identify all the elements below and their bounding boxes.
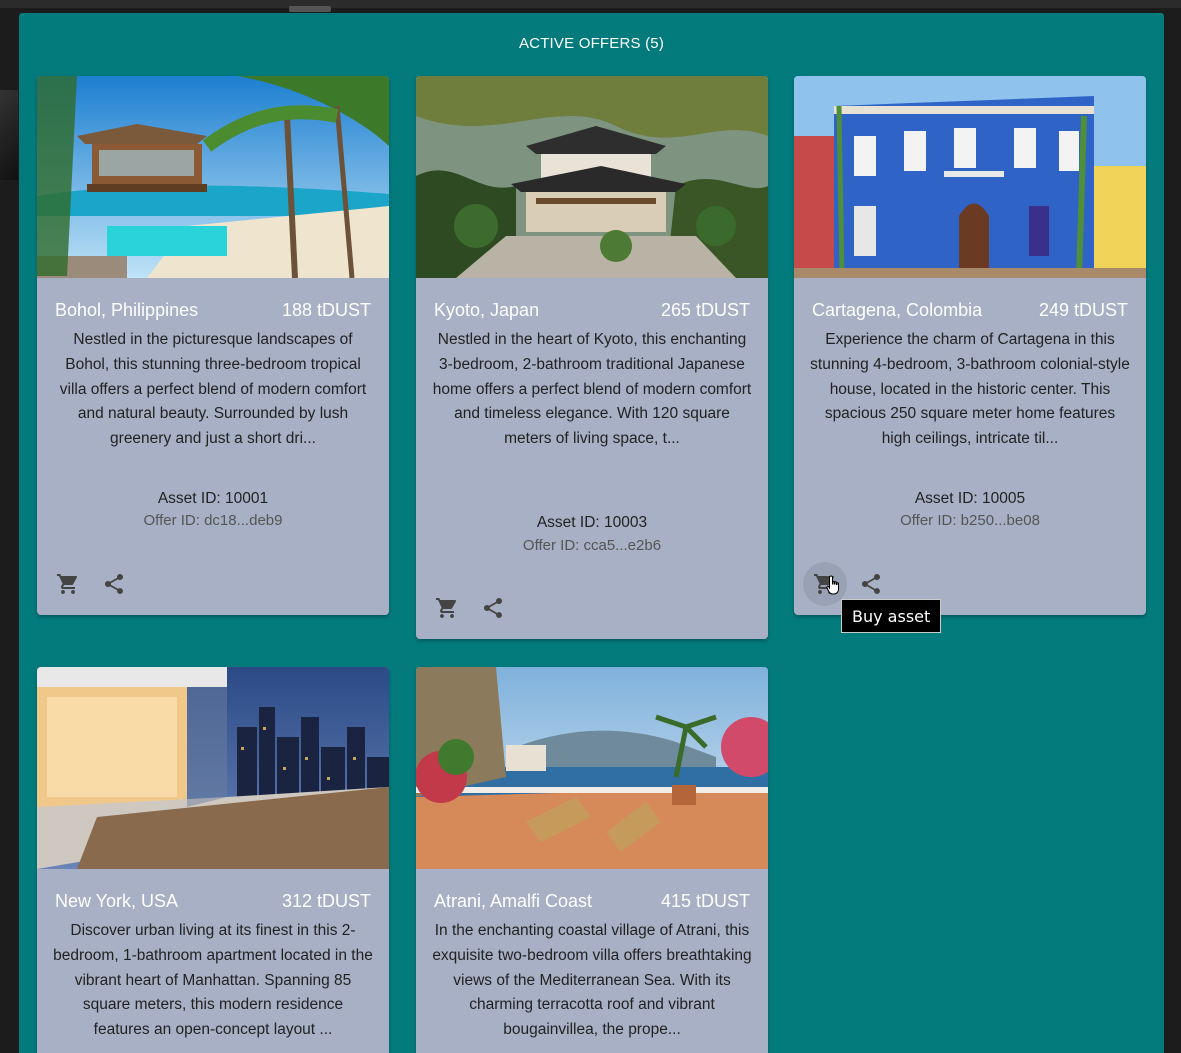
offer-image (416, 76, 768, 278)
offer-price: 188 tDUST (281, 300, 371, 320)
buy-asset-button[interactable] (434, 595, 460, 621)
offer-image (37, 76, 389, 278)
offer-description: Nestled in the picturesque landscapes of… (59, 331, 367, 448)
asset-id: Asset ID: 10005 (914, 490, 1026, 507)
cart-icon (436, 598, 457, 618)
buy-asset-button[interactable] (55, 571, 81, 597)
offer-location: New York, USA (55, 891, 179, 911)
offer-description: Nestled in the heart of Kyoto, this ench… (432, 331, 752, 448)
offer-id: Offer ID: dc18...deb9 (143, 512, 283, 529)
offer-price: 312 tDUST (281, 891, 371, 911)
offer-card: Atrani, Amalfi Coast 415 tDUST In the en… (416, 667, 768, 1053)
offer-id: Offer ID: cca5...e2b6 (522, 537, 662, 554)
offer-card: Bohol, Philippines 188 tDUST Nestled in … (37, 76, 389, 615)
offer-image (37, 667, 389, 869)
offer-card: New York, USA 312 tDUST Discover urban l… (37, 667, 389, 1053)
share-icon (104, 573, 124, 594)
offer-image (416, 667, 768, 869)
share-button[interactable] (858, 571, 884, 597)
offer-location: Kyoto, Japan (434, 300, 540, 320)
share-icon (862, 573, 881, 594)
offer-description: In the enchanting coastal village of Atr… (432, 922, 752, 1039)
offer-price: 249 tDUST (1038, 300, 1128, 320)
offer-price: 415 tDUST (660, 891, 750, 911)
active-offers-panel: ACTIVE OFFERS (5) Bohol, Philippines 188… (19, 13, 1164, 1053)
panel-title: ACTIVE OFFERS (5) (518, 35, 665, 52)
offer-description: Experience the charm of Cartagena in thi… (810, 331, 1130, 448)
asset-id: Asset ID: 10003 (536, 514, 648, 531)
hand-cursor-icon (826, 575, 839, 595)
offer-id: Offer ID: b250...be08 (900, 512, 1040, 529)
offer-price: 265 tDUST (660, 300, 750, 320)
offer-card: Cartagena, Colombia 249 tDUST Experience… (794, 76, 1146, 615)
offer-description: Discover urban living at its finest in t… (53, 922, 373, 1039)
cart-icon (57, 574, 78, 594)
offer-location: Atrani, Amalfi Coast (434, 891, 593, 911)
window-top-bar (0, 0, 1181, 12)
share-button[interactable] (101, 571, 127, 597)
share-button[interactable] (480, 595, 506, 621)
offer-image (794, 76, 1146, 278)
share-icon (483, 597, 503, 618)
offer-location: Cartagena, Colombia (812, 300, 983, 320)
background-decoration (0, 90, 18, 180)
buy-asset-tooltip: Buy asset (841, 599, 942, 633)
offer-card: Kyoto, Japan 265 tDUST Nestled in the he… (416, 76, 768, 639)
asset-id: Asset ID: 10001 (157, 490, 269, 507)
offer-location: Bohol, Philippines (55, 300, 199, 320)
top-bar-tab (289, 6, 331, 12)
